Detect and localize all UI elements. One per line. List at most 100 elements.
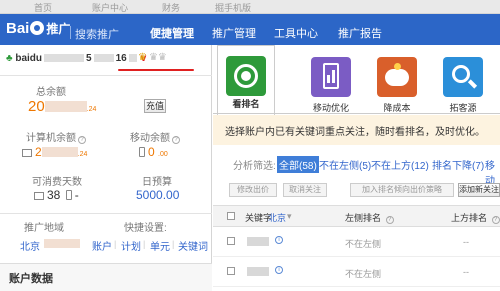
total-balance-cents: .24 [86, 106, 97, 113]
account-name: ♣ baidu 5 16 v [6, 53, 146, 64]
recharge-button[interactable]: 充值 [144, 99, 166, 113]
divider [0, 213, 212, 214]
pc-balance-value: 2.24 [22, 145, 87, 159]
total-balance-int: 20 [28, 98, 45, 115]
baidu-logo[interactable]: Bai 推广 [6, 20, 70, 37]
quick-settings-label: 快捷设置: [124, 223, 167, 234]
add-new-follow-button[interactable]: 添加新关注 [458, 183, 500, 197]
help-icon[interactable]: ? [78, 136, 86, 144]
tip-text: 选择账户内已有关键词重点关注，随时看排名，及时优化。 [225, 127, 485, 138]
logo-text: Bai [6, 20, 30, 37]
select-all-checkbox[interactable] [227, 212, 235, 220]
filter-rank-drop[interactable]: 排名下降(7) [432, 157, 484, 172]
divider [0, 75, 212, 76]
topbar-link-mobile[interactable]: 掘手机版 [215, 1, 251, 14]
separator: | [172, 239, 175, 249]
unfollow-button[interactable]: 取消关注 [283, 183, 327, 197]
account-name-suffix: 16 [115, 53, 127, 64]
account-data-section: 账户数据 [0, 263, 212, 291]
filter-label: 分析筛选: [233, 161, 276, 172]
topbar-link-account-center[interactable]: 账户中心 [92, 1, 128, 14]
row-checkbox[interactable] [227, 267, 235, 275]
redacted-block [247, 267, 269, 276]
mobile-balance-int: 0 [148, 145, 155, 159]
days-label: 可消费天数 [32, 177, 82, 188]
account-panel: ♣ baidu 5 16 v ♛ ♛♛ 总余额 20.24 充值 计算机余额? 移动余额… [0, 45, 212, 291]
nav-promo-report[interactable]: 推广报告 [338, 25, 382, 41]
cell-left-rank: 不在左侧 [345, 239, 382, 249]
daily-budget-cents: .00 [162, 188, 180, 202]
redacted-block [44, 54, 85, 63]
quick-link-unit[interactable]: 单元 [150, 238, 170, 253]
redacted-block [44, 101, 87, 112]
redacted-block [44, 239, 80, 248]
help-icon[interactable]: ? [172, 136, 180, 144]
col-top-rank-label: 上方排名 [451, 213, 488, 223]
col-top-rank: 上方排名 ? [451, 211, 500, 224]
redacted-block [93, 54, 114, 63]
nav-quick-manage[interactable]: 便捷管理 [150, 25, 194, 48]
redacted-block [41, 147, 78, 157]
daily-budget-int: 5000 [136, 188, 163, 202]
info-icon[interactable]: i [275, 236, 283, 244]
pc-balance-int: 2 [35, 145, 42, 159]
paw-icon [30, 21, 45, 35]
quick-link-plan[interactable]: 计划 [121, 238, 141, 253]
modify-bid-button[interactable]: 修改出价 [229, 183, 277, 197]
quick-link-keyword[interactable]: 关键词 [178, 238, 208, 253]
help-icon[interactable]: ? [385, 216, 394, 224]
total-balance-label: 总余额 [36, 87, 66, 98]
main-header: Bai 推广 搜索推广 便捷管理 推广管理 工具中心 推广报告 [0, 14, 500, 48]
redacted-block [247, 237, 269, 246]
mobile-balance-label: 移动余额? [130, 129, 180, 144]
crown-gold-icon: ♛ [138, 52, 147, 63]
mobile-chart-icon[interactable] [311, 57, 351, 97]
row-checkbox[interactable] [227, 237, 235, 245]
account-name-mid: 5 [86, 53, 92, 64]
col-left-rank: 左侧排名 ? [345, 211, 394, 224]
phone-icon [65, 188, 75, 202]
separator: | [143, 239, 146, 249]
nav-promo-manage[interactable]: 推广管理 [212, 25, 256, 41]
info-icon[interactable]: i [275, 266, 283, 274]
mobile-balance-value: 0 .00 [139, 145, 168, 159]
magnifier-icon[interactable] [443, 57, 483, 97]
daily-budget-label: 日预算 [142, 177, 172, 188]
add-rank-bid-strategy-button[interactable]: 加入排名倾向出价策略 [350, 183, 454, 197]
mobile-balance-label-text: 移动余额 [130, 133, 170, 144]
crown-grey-icon: ♛♛ [148, 52, 167, 63]
separator: | [114, 239, 117, 249]
pc-balance-label: 计算机余额? [26, 129, 86, 144]
account-name-prefix: baidu [15, 53, 43, 64]
col-region-link[interactable]: 北京 [268, 211, 286, 224]
tool-label-rank[interactable]: 看排名 [218, 97, 274, 110]
filter-all[interactable]: 全部(58) [277, 156, 319, 173]
crown-icons: ♛ ♛♛ [138, 52, 167, 63]
quick-link-account[interactable]: 账户 [92, 238, 112, 253]
cell-top-rank: -- [463, 237, 469, 247]
region-value-link[interactable]: 北京 [20, 238, 40, 253]
daily-budget-value[interactable]: 5000.00 [136, 188, 179, 202]
nav-tool-center[interactable]: 工具中心 [274, 25, 318, 41]
table-row: i 不在左侧 -- [213, 257, 500, 287]
target-icon [226, 56, 266, 96]
header-divider [70, 26, 71, 39]
help-icon[interactable]: ? [491, 216, 500, 224]
topbar-link-home[interactable]: 首页 [34, 1, 52, 14]
region-label: 推广地域 [24, 223, 64, 234]
chevron-down-icon[interactable]: ▾ [287, 211, 292, 222]
pc-balance-label-text: 计算机余额 [26, 133, 76, 144]
table-header: 关键字 北京 ▾ 左侧排名 ? 上方排名 ? [213, 205, 500, 227]
topbar-link-finance[interactable]: 财务 [162, 1, 180, 14]
divider [213, 113, 500, 114]
computer-icon [34, 192, 44, 200]
tool-panel: 看排名 移动优化 降成本 拓客源 选择账户内已有关键词重点关注，随时看排名，及时… [213, 45, 500, 291]
computer-icon [22, 149, 32, 157]
filter-not-left[interactable]: 不在左侧(5) [319, 157, 371, 172]
filter-not-top[interactable]: 不在上方(12) [371, 157, 429, 172]
days-value-number: 38 [47, 188, 61, 202]
piggy-bank-icon[interactable] [377, 57, 417, 97]
logo-text-promo: 推广 [46, 22, 71, 36]
pc-balance-cents: .24 [77, 151, 88, 158]
tip-banner: 选择账户内已有关键词重点关注，随时看排名，及时优化。 [213, 115, 500, 145]
